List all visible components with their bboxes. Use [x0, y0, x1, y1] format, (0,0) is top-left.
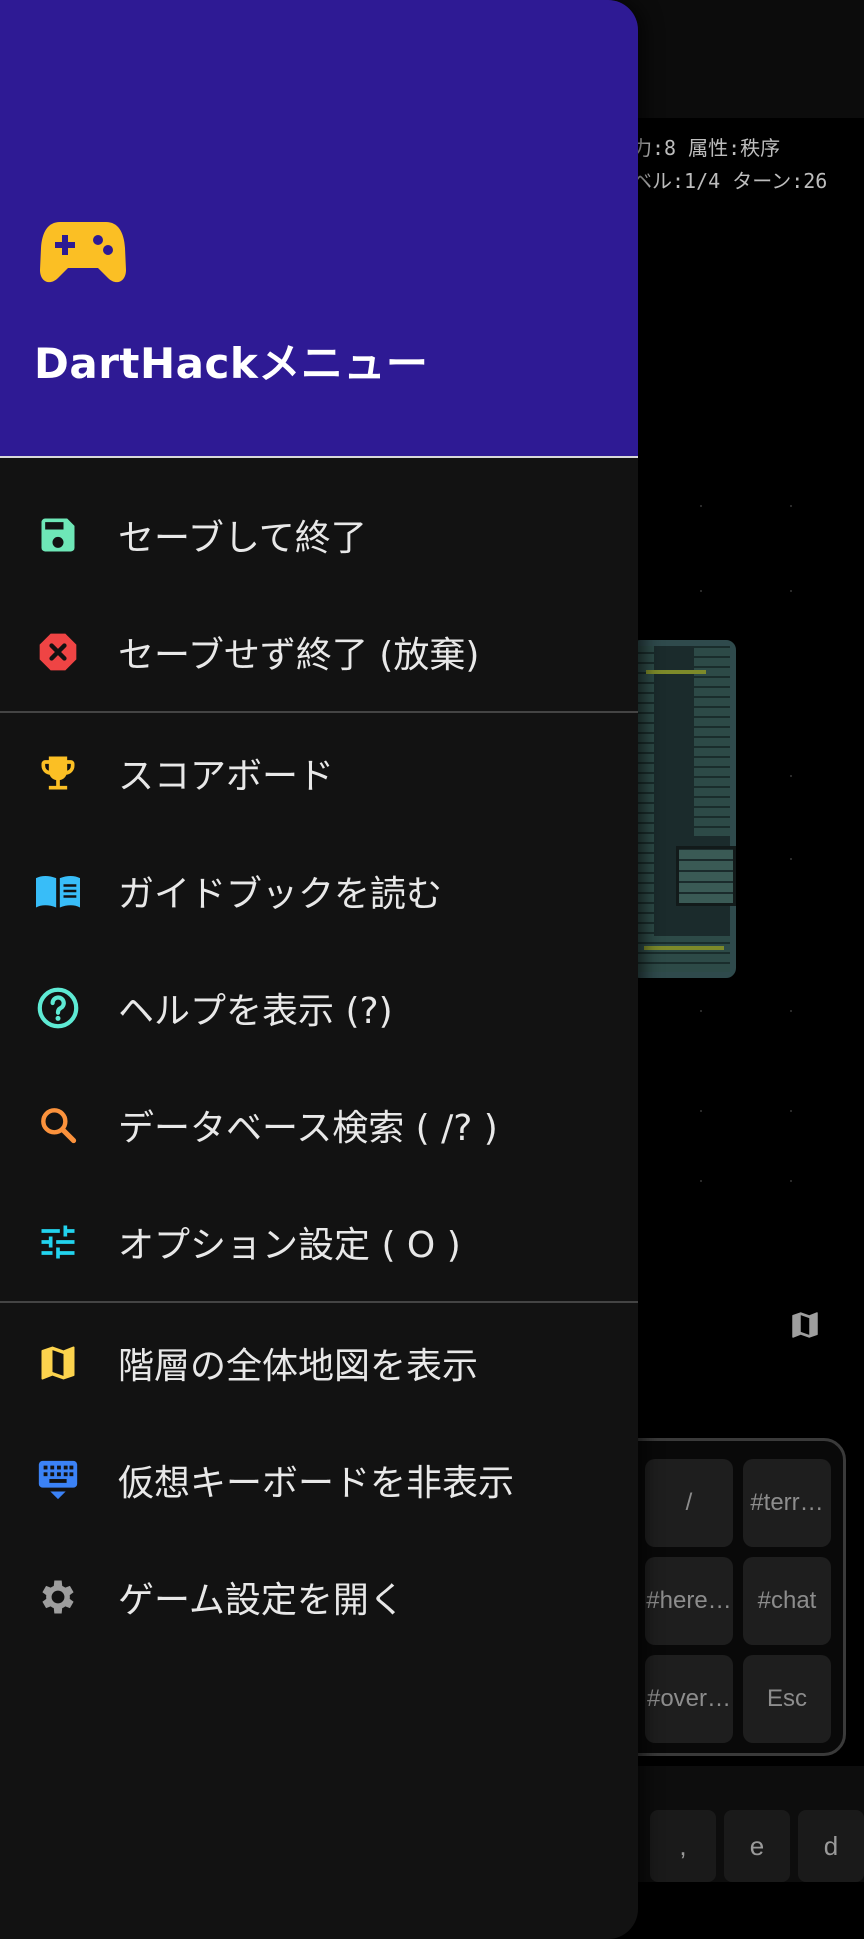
save-icon [34, 511, 82, 559]
menu-save-and-quit[interactable]: セーブして終了 [0, 480, 638, 590]
status-line-1: 力:8 属性:秩序 [632, 136, 781, 160]
menu-quit-without-saving[interactable]: セーブせず終了 (放棄) [0, 597, 638, 707]
key-chat[interactable]: #chat [743, 1557, 831, 1645]
menu-label: データベース検索 ( /? ) [118, 1108, 498, 1149]
drawer-title: DartHackメニュー [34, 339, 429, 388]
key-slash[interactable]: / [645, 1459, 733, 1547]
menu-show-help[interactable]: ヘルプを表示 (?) [0, 953, 638, 1063]
virtual-keyboard-panel: / #terr… #here… #chat #over… Esc [610, 1438, 846, 1756]
menu-label: 階層の全体地図を表示 [118, 1346, 479, 1387]
menu-database-search[interactable]: データベース検索 ( /? ) [0, 1070, 638, 1180]
map-icon [34, 1339, 82, 1387]
status-line-2: ベル:1/4 ターン:26 [632, 169, 828, 193]
drawer-header: DartHackメニュー [0, 0, 638, 458]
menu-show-level-map[interactable]: 階層の全体地図を表示 [0, 1308, 638, 1418]
menu-label: ガイドブックを読む [118, 874, 443, 915]
keyboard-hide-icon [34, 1456, 82, 1504]
menu-label: ヘルプを表示 (?) [118, 991, 393, 1032]
gamepad-icon [40, 222, 126, 283]
menu-scoreboard[interactable]: スコアボード [0, 718, 638, 828]
dungeon-door [676, 846, 736, 906]
menu-option-settings[interactable]: オプション設定 ( O ) [0, 1187, 638, 1297]
key-here[interactable]: #here… [645, 1557, 733, 1645]
key-esc[interactable]: Esc [743, 1655, 831, 1743]
menu-read-guidebook[interactable]: ガイドブックを読む [0, 836, 638, 946]
key-e[interactable]: e [724, 1810, 790, 1882]
cancel-icon [34, 628, 82, 676]
section-divider [0, 711, 638, 713]
menu-hide-virtual-keyboard[interactable]: 仮想キーボードを非表示 [0, 1425, 638, 1535]
key-overview[interactable]: #over… [645, 1655, 733, 1743]
book-icon [34, 867, 82, 915]
map-icon[interactable] [788, 1308, 822, 1342]
trophy-icon [34, 749, 82, 797]
menu-label: セーブして終了 [118, 518, 367, 559]
help-icon [34, 984, 82, 1032]
section-divider [0, 1301, 638, 1303]
dungeon-room-tiles [630, 640, 736, 978]
search-icon [34, 1101, 82, 1149]
tune-icon [34, 1218, 82, 1266]
menu-label: スコアボード [118, 756, 335, 797]
key-d[interactable]: d [798, 1810, 864, 1882]
key-terrain[interactable]: #terr… [743, 1459, 831, 1547]
menu-label: オプション設定 ( O ) [118, 1225, 461, 1266]
menu-label: ゲーム設定を開く [118, 1580, 405, 1621]
menu-open-game-settings[interactable]: ゲーム設定を開く [0, 1542, 638, 1652]
key-comma[interactable]: , [650, 1810, 716, 1882]
menu-label: 仮想キーボードを非表示 [118, 1463, 515, 1504]
menu-label: セーブせず終了 (放棄) [118, 635, 480, 676]
gear-icon [34, 1573, 82, 1621]
navigation-drawer: DartHackメニュー セーブして終了 セーブせず終了 (放棄) スコアボード… [0, 0, 638, 1939]
